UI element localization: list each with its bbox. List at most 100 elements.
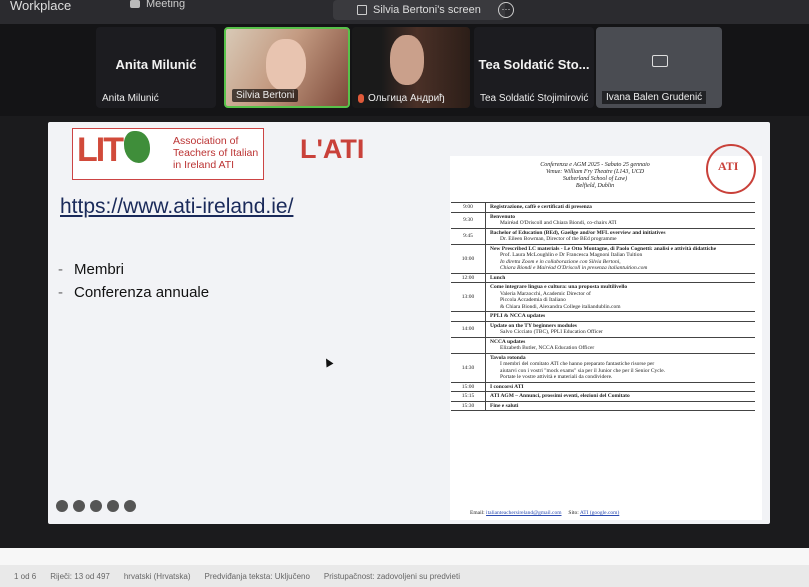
participant-tile[interactable]: Anita Milunić Anita Milunić bbox=[96, 27, 216, 108]
session-detail: Portate le vostre attività e materiali d… bbox=[500, 374, 613, 380]
schedule-time: 15:15 bbox=[451, 392, 486, 401]
schedule-time bbox=[451, 312, 486, 321]
participant-tile[interactable]: Ivana Balen Grudenić bbox=[596, 27, 722, 108]
participants-strip: Anita Milunić Anita Milunić Silvia Berto… bbox=[0, 24, 809, 116]
schedule-row: 14:00 Update on the TY beginners modules S… bbox=[451, 320, 755, 337]
participant-label: Anita Milunić bbox=[102, 93, 159, 104]
ati-logo: LIT Association of Teachers of Italian i… bbox=[72, 128, 264, 180]
mouse-cursor bbox=[322, 356, 334, 368]
schedule-body: NCCA updates Elizabeth Butler, NCCA Educa… bbox=[486, 338, 755, 353]
header-line: Conferenza e AGM 2025 - Sabato 25 gennai… bbox=[540, 162, 650, 168]
word-count[interactable]: Riječi: 13 od 497 bbox=[50, 572, 110, 581]
more-options-icon[interactable] bbox=[107, 500, 119, 512]
schedule-time bbox=[451, 337, 486, 353]
programme-header: Conferenza e AGM 2025 - Sabato 25 gennai… bbox=[490, 162, 700, 190]
schedule-time: 15:00 bbox=[451, 382, 486, 391]
schedule-row: PPLI & NCCA updates bbox=[451, 311, 755, 321]
session-detail: Salvo Cicciato (TBC), PPLI Education Off… bbox=[500, 329, 603, 335]
participant-label: Tea Soldatić Stojimirović bbox=[480, 93, 589, 104]
slide-title: L'ATI bbox=[300, 134, 365, 164]
previous-slide-icon[interactable] bbox=[56, 500, 68, 512]
page-count[interactable]: 1 od 6 bbox=[14, 572, 36, 581]
participant-video bbox=[266, 39, 306, 91]
schedule-body: Update on the TY beginners modules Salvo … bbox=[486, 322, 755, 337]
website-link[interactable]: https://www.ati-ireland.ie/ bbox=[60, 195, 293, 219]
site-label: Sito: bbox=[568, 510, 579, 516]
meeting-label: Meeting bbox=[146, 0, 186, 10]
participant-name-large: Anita Milunić bbox=[115, 57, 197, 72]
schedule-time: 9:00 bbox=[451, 203, 486, 212]
participant-label: Ольгица Андриђ bbox=[368, 93, 445, 104]
logo-line: in Ireland ATI bbox=[173, 159, 235, 171]
schedule-body: Fine e saluti bbox=[486, 402, 755, 411]
mic-muted-icon bbox=[358, 93, 364, 103]
schedule-time: 13:00 bbox=[451, 283, 486, 311]
participant-label: Ivana Balen Grudenić bbox=[602, 91, 707, 104]
camera-off-icon bbox=[652, 55, 668, 67]
schedule-body: Tavola rotonda I membri del comitato ATI … bbox=[486, 354, 755, 382]
pen-icon[interactable] bbox=[73, 500, 85, 512]
schedule-time: 14:30 bbox=[451, 353, 486, 382]
share-label: Silvia Bertoni's screen bbox=[373, 4, 481, 16]
schedule-time: 14:00 bbox=[451, 321, 486, 337]
zoom-icon[interactable] bbox=[90, 500, 102, 512]
site-link[interactable]: ATI (google.com) bbox=[580, 510, 619, 516]
schedule-body: Lunch bbox=[486, 274, 755, 283]
header-line: Belfield, Dublin bbox=[575, 183, 615, 189]
language[interactable]: hrvatski (Hrvatska) bbox=[124, 572, 191, 581]
schedule-row: 15:15 ATI AGM – Annunci, prossimi eventi,… bbox=[451, 391, 755, 401]
schedule-body: Benvenuto Mairéad O'Driscoll and Chiara B… bbox=[486, 213, 755, 228]
schedule-time: 10:00 bbox=[451, 244, 486, 273]
schedule-time: 15:30 bbox=[451, 401, 486, 410]
session-title: Registrazione, caffè e certificati di pr… bbox=[490, 204, 592, 210]
session-detail: Mairéad O'Driscoll and Chiara Biondi, co… bbox=[500, 220, 617, 226]
email-label: Email: bbox=[470, 510, 485, 516]
speaker-icon bbox=[357, 5, 367, 15]
schedule-time: 9:30 bbox=[451, 212, 486, 228]
participant-tile-active[interactable]: Silvia Bertoni bbox=[224, 27, 350, 108]
programme-footer: Email: italianteachersireland@gmail.com … bbox=[470, 510, 619, 516]
more-icon[interactable]: ⋯ bbox=[498, 2, 514, 18]
schedule-row: 9:30 Benvenuto Mairéad O'Driscoll and Chia… bbox=[451, 211, 755, 228]
schedule-row: 14:30 Tavola rotonda I membri del comitato… bbox=[451, 352, 755, 382]
schedule-body: I concorsi ATI bbox=[486, 383, 755, 392]
app-topbar: Workplace Meeting Silvia Bertoni's scree… bbox=[0, 0, 809, 24]
schedule-row: 15:30 Fine e saluti bbox=[451, 400, 755, 411]
meeting-indicator[interactable]: Meeting bbox=[130, 0, 185, 10]
session-title: ATI AGM – Annunci, prossimi eventi, elez… bbox=[490, 393, 630, 399]
schedule-body: Bachelor of Education (BEd), Gaeilge and… bbox=[486, 229, 755, 244]
session-detail: Dr. Eileen Bowman, Director of the BEd p… bbox=[500, 236, 617, 242]
session-title: I concorsi ATI bbox=[490, 383, 524, 390]
session-detail: Elizabeth Butler, NCCA Education Officer bbox=[500, 345, 595, 351]
accessibility[interactable]: Pristupačnost: zadovoljeni su predvieti bbox=[324, 572, 460, 581]
schedule-row: 10:00 New Prescribed LC materials - Le Ot… bbox=[451, 243, 755, 273]
schedule-body: ATI AGM – Annunci, prossimi eventi, elez… bbox=[486, 392, 755, 401]
app-name: Workplace bbox=[10, 0, 72, 13]
participant-tile[interactable]: Ольгица Андриђ bbox=[352, 27, 470, 108]
bullet-item: - Conferenza annuale bbox=[58, 284, 210, 301]
schedule-row: 13:00 Come integrare lingua e cultura: un… bbox=[451, 282, 755, 311]
schedule-row: 9:45 Bachelor of Education (BEd), Gaeilge… bbox=[451, 227, 755, 244]
schedule-time: 9:45 bbox=[451, 228, 486, 244]
participant-label-wrap: Ольгица Андриђ bbox=[358, 93, 445, 104]
header-line: Venue: William Fry Theatre (L143, UCD bbox=[545, 169, 645, 175]
participant-video bbox=[390, 35, 424, 85]
schedule-row: 12:00 Lunch bbox=[451, 272, 755, 283]
seal-text: ATI bbox=[718, 159, 739, 173]
participant-label: Silvia Bertoni bbox=[232, 89, 299, 102]
text-predictions[interactable]: Predviđanja teksta: Uključeno bbox=[205, 572, 310, 581]
schedule-body: Come integrare lingua e cultura: una pro… bbox=[486, 283, 755, 311]
participant-tile[interactable]: Tea Soldatić Sto... Tea Soldatić Stojimi… bbox=[474, 27, 594, 108]
schedule-body: Registrazione, caffè e certificati di pr… bbox=[486, 203, 755, 212]
schedule-row: NCCA updates Elizabeth Butler, NCCA Educa… bbox=[451, 336, 755, 353]
schedule-body: PPLI & NCCA updates bbox=[486, 312, 755, 321]
logo-line: Association of bbox=[173, 135, 239, 147]
screen-share-indicator[interactable]: Silvia Bertoni's screen bbox=[333, 0, 505, 20]
session-title: Lunch bbox=[490, 274, 506, 281]
schedule-body: New Prescribed LC materials - Le Otto Mo… bbox=[486, 245, 755, 273]
email-link[interactable]: italianteachersireland@gmail.com bbox=[486, 510, 561, 516]
logo-letters: LIT bbox=[77, 131, 124, 169]
shared-slide: LIT Association of Teachers of Italian i… bbox=[48, 122, 770, 524]
next-slide-icon[interactable] bbox=[124, 500, 136, 512]
schedule-time: 12:00 bbox=[451, 273, 486, 282]
